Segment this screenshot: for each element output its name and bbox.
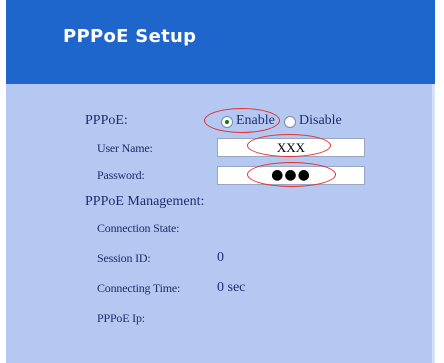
setup-panel: PPPoE Setup PPPoE: Enable Disable User N… bbox=[6, 0, 435, 363]
session-id-label: Session ID: bbox=[97, 251, 151, 265]
disable-label[interactable]: Disable bbox=[299, 113, 342, 129]
pppoe-ip-label: PPPoE Ip: bbox=[97, 311, 145, 325]
connection-state-label: Connection State: bbox=[97, 221, 180, 235]
connecting-time-label: Connecting Time: bbox=[97, 281, 181, 295]
management-heading: PPPoE Management: bbox=[85, 194, 205, 209]
annotation-ellipse-username bbox=[247, 134, 331, 157]
password-label: Password: bbox=[97, 168, 145, 182]
pppoe-label: PPPoE: bbox=[85, 113, 128, 128]
session-id-value: 0 bbox=[217, 250, 224, 265]
connecting-time-value: 0 sec bbox=[217, 280, 246, 295]
header-bar: PPPoE Setup bbox=[6, 0, 435, 84]
annotation-ellipse-enable bbox=[204, 108, 280, 133]
disable-radio[interactable] bbox=[284, 116, 296, 128]
username-label: User Name: bbox=[97, 141, 153, 155]
annotation-ellipse-password bbox=[247, 162, 336, 187]
page-title: PPPoE Setup bbox=[63, 26, 197, 47]
panel-edge bbox=[432, 84, 435, 363]
